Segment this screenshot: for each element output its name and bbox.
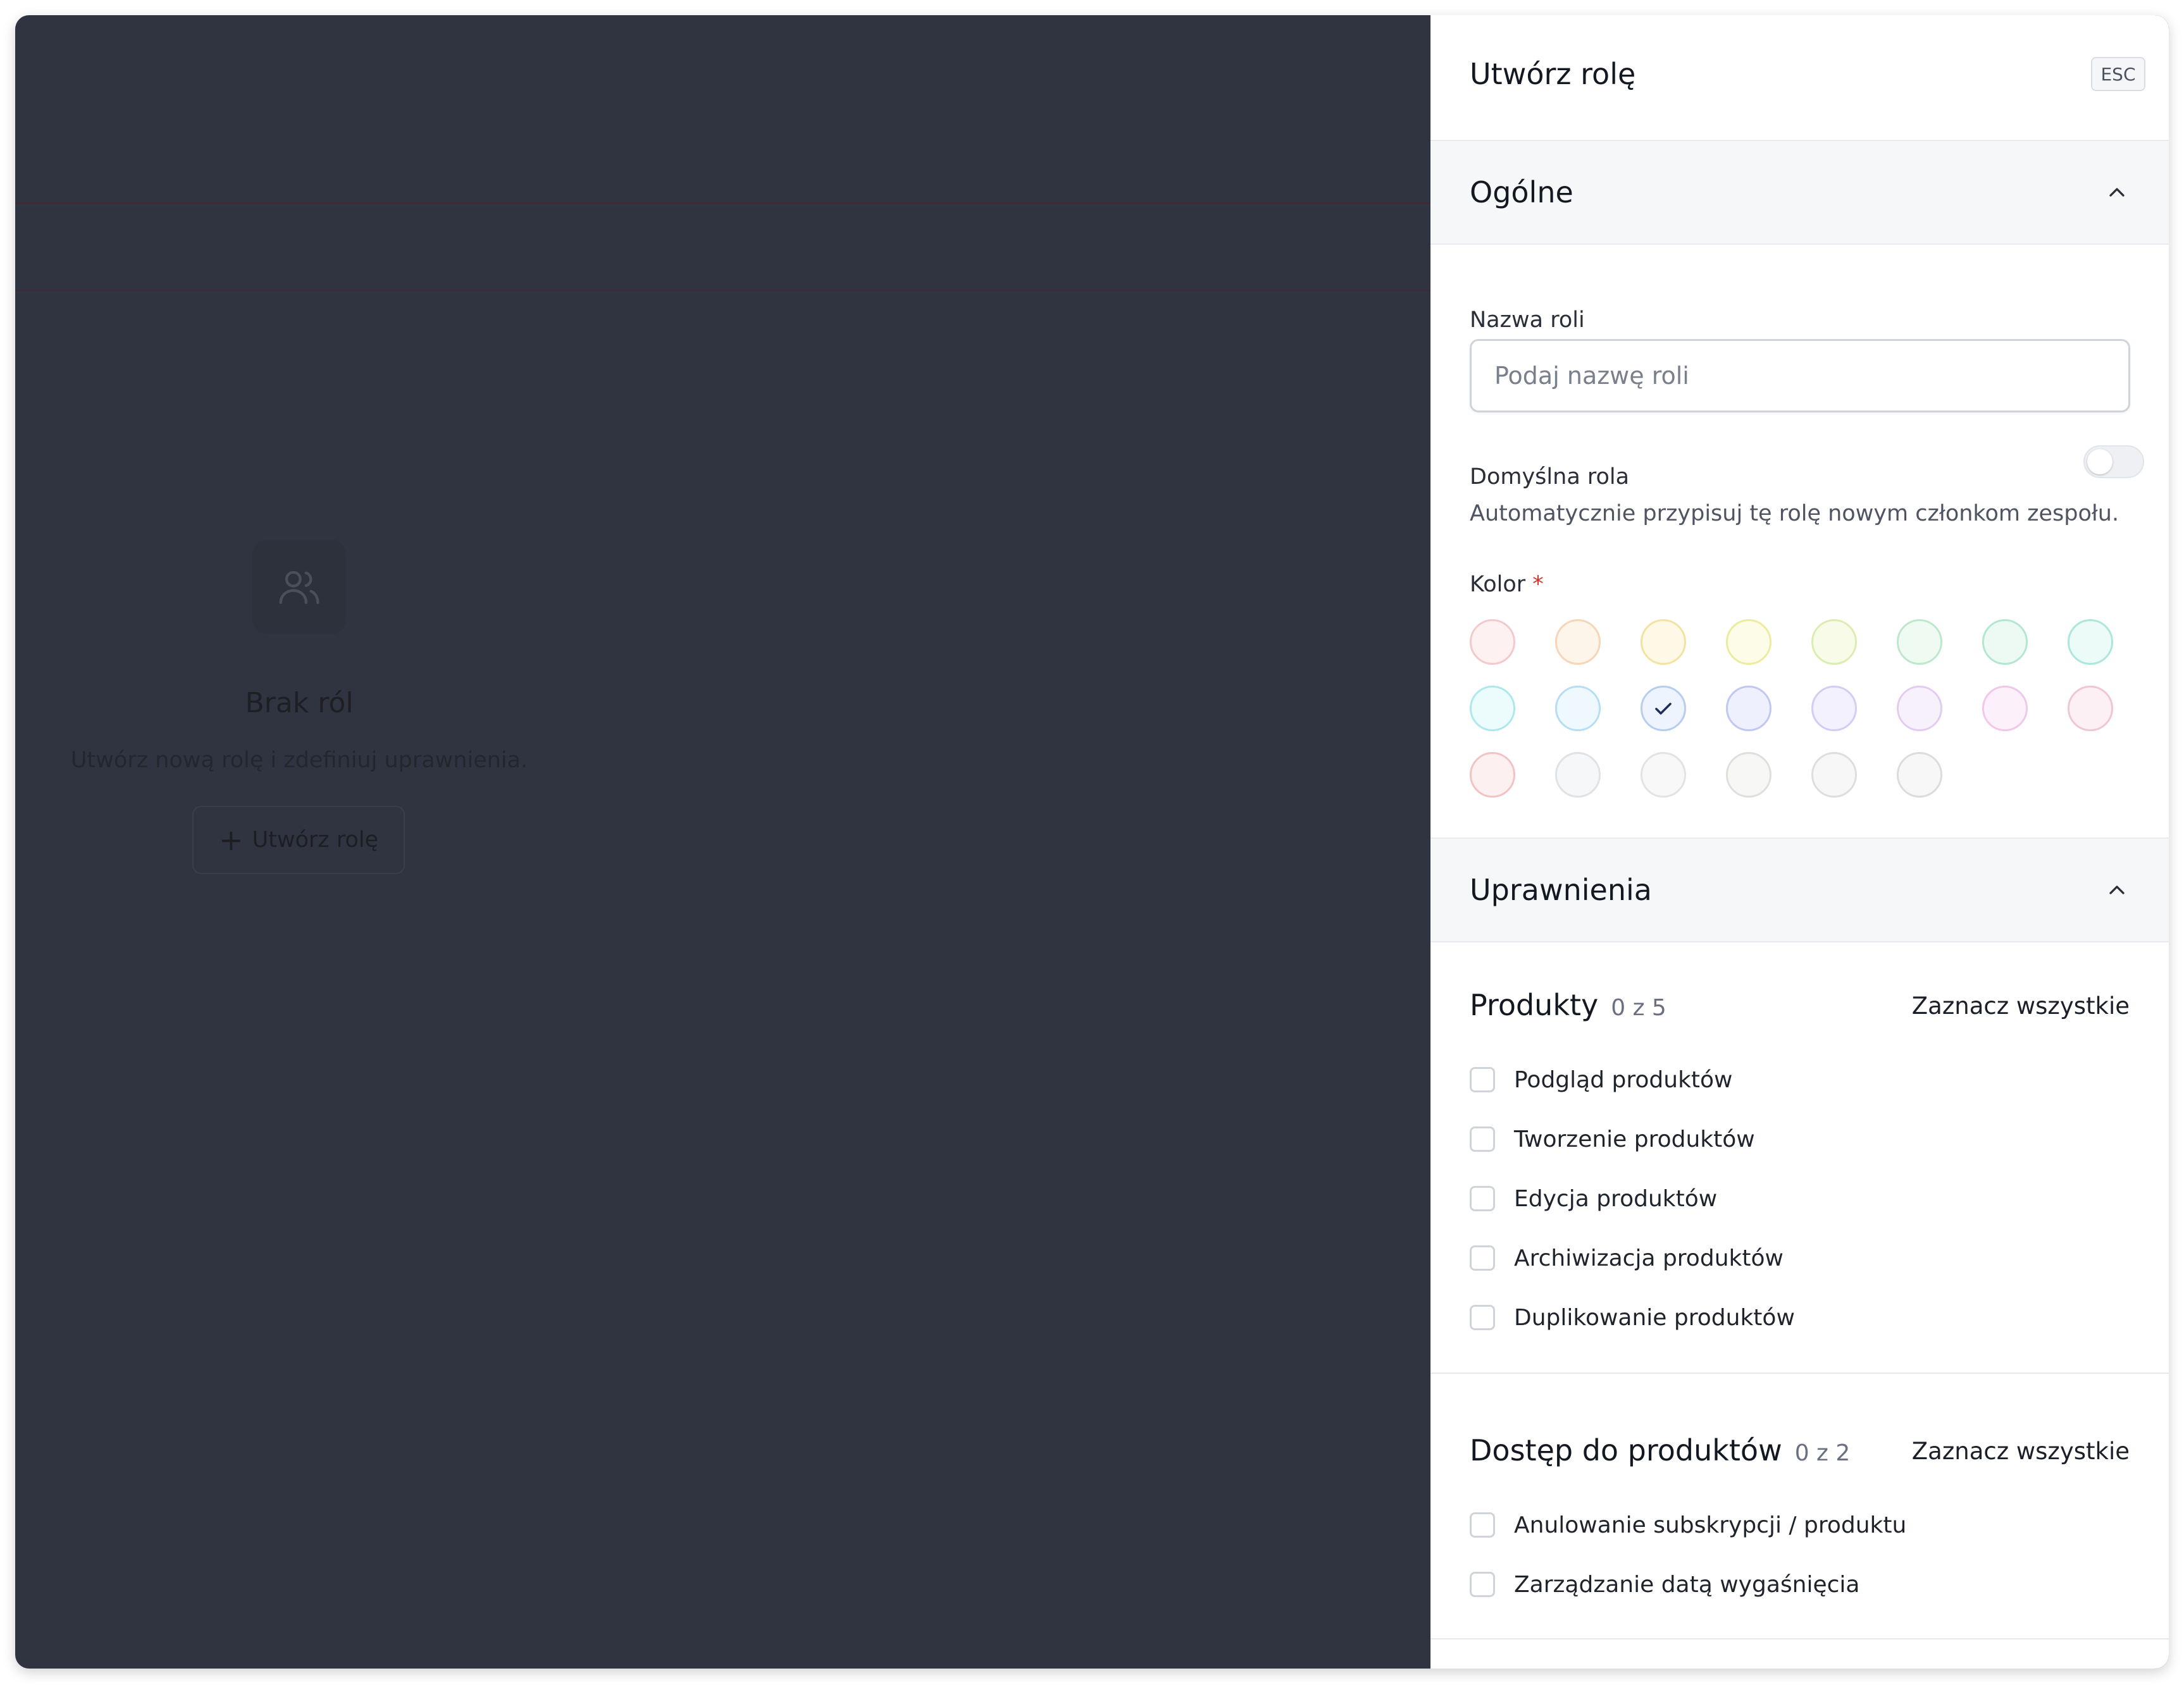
- permission-group-product-access-title: Dostęp do produktów 0 z 2: [1470, 1433, 1850, 1467]
- group-count: 0 z 5: [1611, 995, 1666, 1021]
- section-general-header[interactable]: Ogólne: [1430, 140, 2169, 245]
- group-title-text: Produkty: [1470, 988, 1599, 1022]
- color-swatch[interactable]: [1470, 752, 1515, 798]
- color-swatch[interactable]: [1726, 686, 1771, 731]
- permission-label: Archiwizacja produktów: [1514, 1245, 1784, 1271]
- color-swatch[interactable]: [1726, 619, 1771, 665]
- color-swatch[interactable]: [1641, 619, 1686, 665]
- color-swatch-selected[interactable]: [1641, 686, 1686, 731]
- permission-checkbox-row[interactable]: Anulowanie subskrypcji / produktu: [1470, 1509, 1906, 1541]
- chevron-up-icon: [2109, 886, 2125, 894]
- color-swatch[interactable]: [1555, 752, 1601, 798]
- users-icon: [252, 540, 346, 634]
- permission-checkbox-row[interactable]: Podgląd produktów: [1470, 1064, 1733, 1096]
- color-label-text: Kolor: [1470, 572, 1526, 597]
- group-divider: [1430, 1638, 2169, 1639]
- color-swatch[interactable]: [1982, 686, 2028, 731]
- permission-checkbox-row[interactable]: Zarządzanie datą wygaśnięcia: [1470, 1569, 1859, 1600]
- esc-close-button[interactable]: ESC: [2091, 57, 2145, 91]
- panel-title: Utwórz rolę: [1470, 57, 1636, 91]
- select-all-product-access-button[interactable]: Zaznacz wszystkie: [1912, 1438, 2130, 1465]
- empty-state-description: Utwórz nową rolę i zdefiniuj uprawnienia…: [70, 748, 528, 773]
- create-role-button[interactable]: + Utwórz rolę: [192, 806, 405, 874]
- color-swatch[interactable]: [1726, 752, 1771, 798]
- required-mark: *: [1532, 572, 1544, 597]
- page-header: [15, 15, 1430, 204]
- permission-label: Zarządzanie datą wygaśnięcia: [1514, 1571, 1860, 1598]
- permission-checkbox-row[interactable]: Duplikowanie produktów: [1470, 1302, 1795, 1333]
- section-general-title: Ogólne: [1470, 175, 1573, 209]
- checkbox[interactable]: [1470, 1186, 1495, 1211]
- color-swatch[interactable]: [1470, 619, 1515, 665]
- chevron-up-icon: [2109, 188, 2125, 197]
- section-permissions-header[interactable]: Uprawnienia: [1430, 837, 2169, 942]
- color-swatch[interactable]: [1811, 619, 1857, 665]
- permission-label: Anulowanie subskrypcji / produktu: [1514, 1512, 1907, 1538]
- toggle-knob: [2087, 449, 2113, 474]
- page-toolbar: [15, 204, 1430, 291]
- permission-checkbox-row[interactable]: Archiwizacja produktów: [1470, 1242, 1784, 1274]
- color-swatch[interactable]: [1555, 686, 1601, 731]
- color-swatch[interactable]: [1811, 752, 1857, 798]
- create-role-button-label: Utwórz rolę: [252, 827, 379, 853]
- permission-label: Edycja produktów: [1514, 1185, 1718, 1212]
- plus-icon: +: [218, 823, 244, 857]
- color-label: Kolor *: [1470, 572, 1544, 597]
- group-title-text: Dostęp do produktów: [1470, 1433, 1782, 1467]
- color-swatch[interactable]: [1897, 752, 1942, 798]
- empty-state-title: Brak ról: [245, 687, 354, 719]
- role-name-input[interactable]: [1470, 339, 2130, 412]
- section-permissions-title: Uprawnienia: [1470, 873, 1652, 907]
- group-divider: [1430, 1373, 2169, 1374]
- color-swatch[interactable]: [1555, 619, 1601, 665]
- select-all-products-button[interactable]: Zaznacz wszystkie: [1912, 992, 2130, 1020]
- create-role-panel: Utwórz rolę ESC Ogólne Nazwa roli Domyśl…: [1430, 15, 2169, 1669]
- checkbox[interactable]: [1470, 1245, 1495, 1271]
- role-name-label: Nazwa roli: [1470, 307, 1585, 333]
- group-count: 0 z 2: [1794, 1440, 1851, 1466]
- default-role-toggle[interactable]: [2083, 445, 2144, 478]
- permission-checkbox-row[interactable]: Tworzenie produktów: [1470, 1123, 1755, 1155]
- permission-group-products-title: Produkty 0 z 5: [1470, 988, 1666, 1022]
- default-role-help: Automatycznie przypisuj tę rolę nowym cz…: [1470, 501, 2119, 526]
- color-swatch[interactable]: [1641, 752, 1686, 798]
- color-swatch[interactable]: [1982, 619, 2028, 665]
- checkbox[interactable]: [1470, 1512, 1495, 1538]
- color-swatch[interactable]: [1897, 619, 1942, 665]
- color-swatch[interactable]: [2068, 686, 2113, 731]
- color-swatch[interactable]: [1470, 686, 1515, 731]
- default-role-label: Domyślna rola: [1470, 464, 1630, 490]
- color-swatch[interactable]: [2068, 619, 2113, 665]
- checkbox[interactable]: [1470, 1305, 1495, 1330]
- app-window: Brak ról Utwórz nową rolę i zdefiniuj up…: [15, 15, 2169, 1669]
- color-swatch[interactable]: [1897, 686, 1942, 731]
- checkbox[interactable]: [1470, 1572, 1495, 1597]
- permission-checkbox-row[interactable]: Edycja produktów: [1470, 1183, 1717, 1214]
- permission-label: Podgląd produktów: [1514, 1066, 1733, 1093]
- checkbox[interactable]: [1470, 1126, 1495, 1152]
- color-swatch[interactable]: [1811, 686, 1857, 731]
- permission-label: Duplikowanie produktów: [1514, 1304, 1795, 1331]
- checkbox[interactable]: [1470, 1067, 1495, 1092]
- check-icon: [1655, 703, 1672, 715]
- permission-label: Tworzenie produktów: [1514, 1126, 1755, 1152]
